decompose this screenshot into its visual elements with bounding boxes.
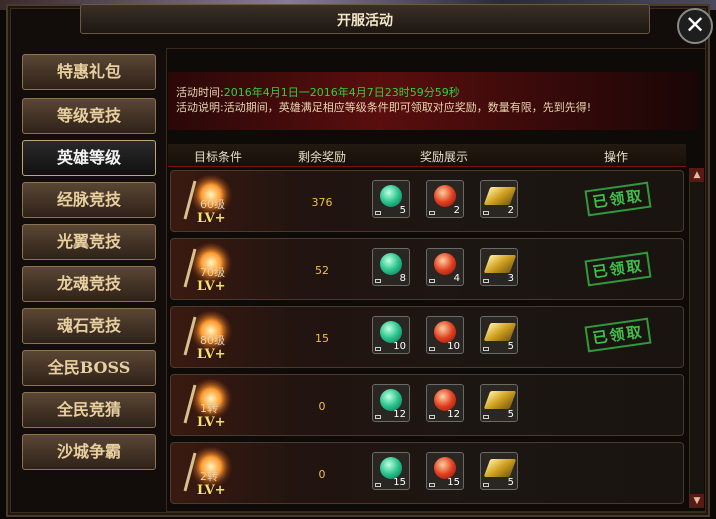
bind-icon [429,347,435,351]
reward-item-gold-bar[interactable]: 5 [480,316,518,354]
green-gem-icon [380,185,402,207]
scroll-up-arrow-icon[interactable]: ▲ [690,168,704,182]
target-condition: 60级 [200,198,225,211]
header-remaining: 剩余奖励 [298,150,347,164]
reward-item-green-gem[interactable]: 5 [372,180,410,218]
bind-icon [429,211,435,215]
svg-text:LV+: LV+ [197,347,226,362]
sidebar-item-wing-race[interactable]: 光翼竞技 [22,224,156,260]
green-gem-icon [380,457,402,479]
svg-text:LV+: LV+ [197,211,226,226]
close-button[interactable]: ✕ [677,8,713,44]
remaining-count: 15 [315,332,329,345]
remaining-count: 0 [318,468,326,481]
bind-icon [375,279,381,283]
sidebar-item-dragon-soul-race[interactable]: 龙魂竞技 [22,266,156,302]
sidebar-item-level-race[interactable]: 等级竞技 [22,98,156,134]
remaining-count: 376 [311,196,333,209]
remaining-count: 0 [318,400,326,413]
event-time: 活动时间:2016年4月1日一2016年4月7日23时59分59秒 [176,84,460,100]
scrollbar[interactable]: ▲ ▼ [689,168,704,508]
header-target: 目标条件 [194,150,243,164]
reward-item-red-gem[interactable]: 4 [426,248,464,286]
bind-icon [429,415,435,419]
bind-icon [483,415,489,419]
gold-bar-icon [483,255,517,273]
event-time-value: 2016年4月1日一2016年4月7日23时59分59秒 [223,86,460,99]
scroll-down-arrow-icon[interactable]: ▼ [690,494,704,508]
bind-icon [483,347,489,351]
reward-item-red-gem[interactable]: 2 [426,180,464,218]
event-desc-value: 活动期间，英雄满足相应等级条件即可领取对应奖励，数量有限，先到先得! [223,101,592,114]
bind-icon [375,483,381,487]
svg-text:LV+: LV+ [197,279,226,294]
reward-item-green-gem[interactable]: 12 [372,384,410,422]
green-gem-icon [380,389,402,411]
sidebar-item-special-pack[interactable]: 特惠礼包 [22,54,156,90]
target-condition: 70级 [200,266,225,279]
event-desc-label: 活动说明: [176,101,224,114]
sidebar-item-hero-level[interactable]: 英雄等级 [22,140,156,176]
sidebar-item-guess[interactable]: 全民竞猜 [22,392,156,428]
bind-icon [375,347,381,351]
target-condition: 1转 [200,402,218,415]
reward-item-red-gem[interactable]: 15 [426,452,464,490]
reward-item-gold-bar[interactable]: 5 [480,384,518,422]
reward-item-red-gem[interactable]: 12 [426,384,464,422]
green-gem-icon [380,253,402,275]
close-icon: ✕ [684,11,706,39]
red-gem-icon [434,185,456,207]
target-condition: 2转 [200,470,218,483]
header-rewards: 奖励展示 [420,150,469,164]
bind-icon [429,483,435,487]
green-gem-icon [380,321,402,343]
gold-bar-icon [483,323,517,341]
bind-icon [429,279,435,283]
reward-item-gold-bar[interactable]: 5 [480,452,518,490]
bind-icon [483,483,489,487]
remaining-count: 52 [315,264,329,277]
red-gem-icon [434,321,456,343]
svg-text:LV+: LV+ [197,415,226,430]
red-gem-icon [434,389,456,411]
reward-item-gold-bar[interactable]: 3 [480,248,518,286]
sidebar: 特惠礼包 等级竞技 英雄等级 经脉竞技 光翼竞技 龙魂竞技 魂石竞技 全民BOS… [18,48,162,508]
gold-bar-icon [483,459,517,477]
bind-icon [375,211,381,215]
event-description: 活动说明:活动期间，英雄满足相应等级条件即可领取对应奖励，数量有限，先到先得! [176,99,591,115]
reward-item-green-gem[interactable]: 10 [372,316,410,354]
sidebar-item-meridian-race[interactable]: 经脉竞技 [22,182,156,218]
bind-icon [483,279,489,283]
red-gem-icon [434,457,456,479]
gold-bar-icon [483,187,517,205]
bind-icon [375,415,381,419]
title-bar: 开服活动 [80,4,650,34]
window-title: 开服活动 [337,13,393,29]
reward-item-green-gem[interactable]: 8 [372,248,410,286]
sidebar-item-world-boss[interactable]: 全民BOSS [22,350,156,386]
red-gem-icon [434,253,456,275]
sidebar-item-castle-war[interactable]: 沙城争霸 [22,434,156,470]
header-action: 操作 [604,150,629,164]
sidebar-item-soul-stone-race[interactable]: 魂石竞技 [22,308,156,344]
gold-bar-icon [483,391,517,409]
reward-item-red-gem[interactable]: 10 [426,316,464,354]
target-condition: 80级 [200,334,225,347]
bind-icon [483,211,489,215]
reward-item-green-gem[interactable]: 15 [372,452,410,490]
event-time-label: 活动时间: [176,86,224,99]
svg-text:LV+: LV+ [197,483,226,498]
reward-item-gold-bar[interactable]: 2 [480,180,518,218]
